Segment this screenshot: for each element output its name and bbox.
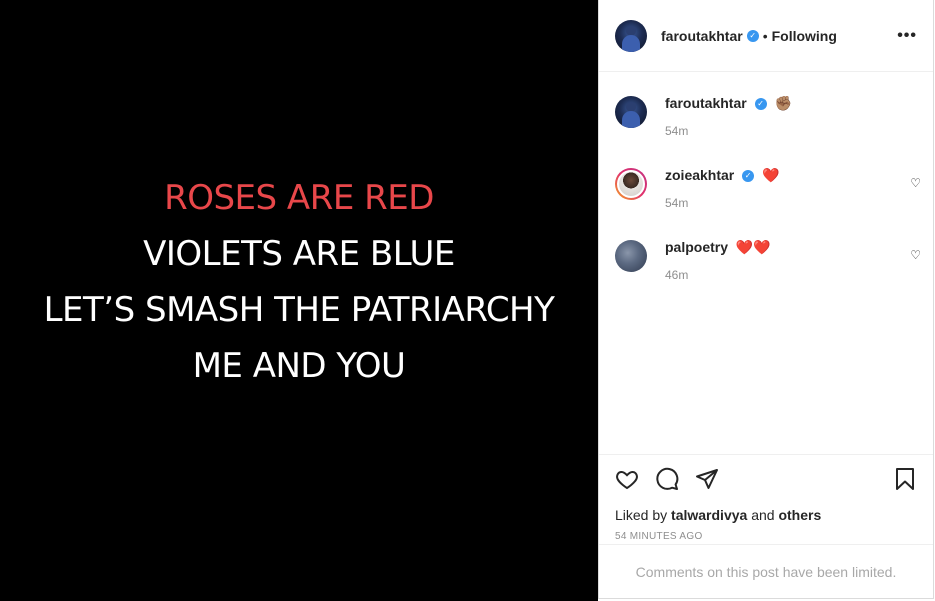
comment-time[interactable]: 46m [665, 268, 771, 282]
poem-line-4: ME AND YOU [192, 345, 406, 386]
liked-others-link[interactable]: others [778, 507, 821, 523]
comment-item: zoieakhtar ✓ ❤️ 54m ♡ [599, 166, 933, 210]
liked-user-link[interactable]: talwardivya [671, 507, 747, 523]
post-header: faroutakhtar ✓ • Following ••• [599, 0, 933, 72]
verified-badge-icon: ✓ [746, 29, 759, 42]
comment-time[interactable]: 54m [665, 124, 792, 138]
comments-limited-notice: Comments on this post have been limited. [599, 544, 933, 598]
comment-text: ❤️ [762, 167, 780, 183]
poem-line-3: LET’S SMASH THE PATRIARCHY [43, 289, 555, 330]
liked-prefix: Liked by [615, 507, 668, 523]
comments-list: faroutakhtar ✓ ✊🏽 54m zoieakhtar ✓ ❤️ 54… [599, 72, 933, 454]
following-button[interactable]: Following [772, 28, 837, 44]
comment-item: faroutakhtar ✓ ✊🏽 54m [599, 94, 933, 138]
post-dialog: ROSES ARE RED VIOLETS ARE BLUE LET’S SMA… [0, 0, 935, 601]
comment-username[interactable]: palpoetry [665, 239, 728, 255]
post-image[interactable]: ROSES ARE RED VIOLETS ARE BLUE LET’S SMA… [0, 0, 598, 601]
likes-summary: Liked by talwardivya and others [615, 507, 917, 523]
comment-avatar[interactable] [615, 168, 647, 200]
post-sidebar: faroutakhtar ✓ • Following ••• faroutakh… [598, 0, 934, 599]
comment-username[interactable]: zoieakhtar [665, 167, 734, 183]
verified-badge-icon: ✓ [742, 170, 755, 183]
author-username[interactable]: faroutakhtar [661, 28, 743, 44]
like-comment-heart-icon[interactable]: ♡ [910, 248, 921, 262]
comment-time[interactable]: 54m [665, 196, 779, 210]
comment-avatar[interactable] [615, 96, 647, 128]
comment-text: ✊🏽 [774, 95, 792, 111]
comment-icon[interactable] [655, 467, 679, 491]
poem-line-1: ROSES ARE RED [164, 177, 434, 218]
bookmark-icon[interactable] [893, 467, 917, 491]
action-bar: Liked by talwardivya and others 54 MINUT… [599, 454, 933, 544]
author-avatar[interactable] [615, 19, 647, 52]
post-timestamp[interactable]: 54 MINUTES AGO [615, 531, 917, 542]
liked-and: and [751, 507, 775, 523]
comment-username[interactable]: faroutakhtar [665, 95, 747, 111]
share-icon[interactable] [695, 467, 719, 491]
heart-icon[interactable] [615, 467, 639, 491]
comment-text: ❤️❤️ [735, 239, 771, 255]
poem-line-2: VIOLETS ARE BLUE [143, 233, 455, 274]
comment-avatar[interactable] [615, 240, 647, 272]
more-horizontal-icon[interactable]: ••• [897, 27, 917, 45]
like-comment-heart-icon[interactable]: ♡ [910, 176, 921, 190]
separator-dot: • [762, 27, 768, 44]
verified-badge-icon: ✓ [754, 98, 767, 111]
comment-item: palpoetry ❤️❤️ 46m ♡ [599, 238, 933, 282]
